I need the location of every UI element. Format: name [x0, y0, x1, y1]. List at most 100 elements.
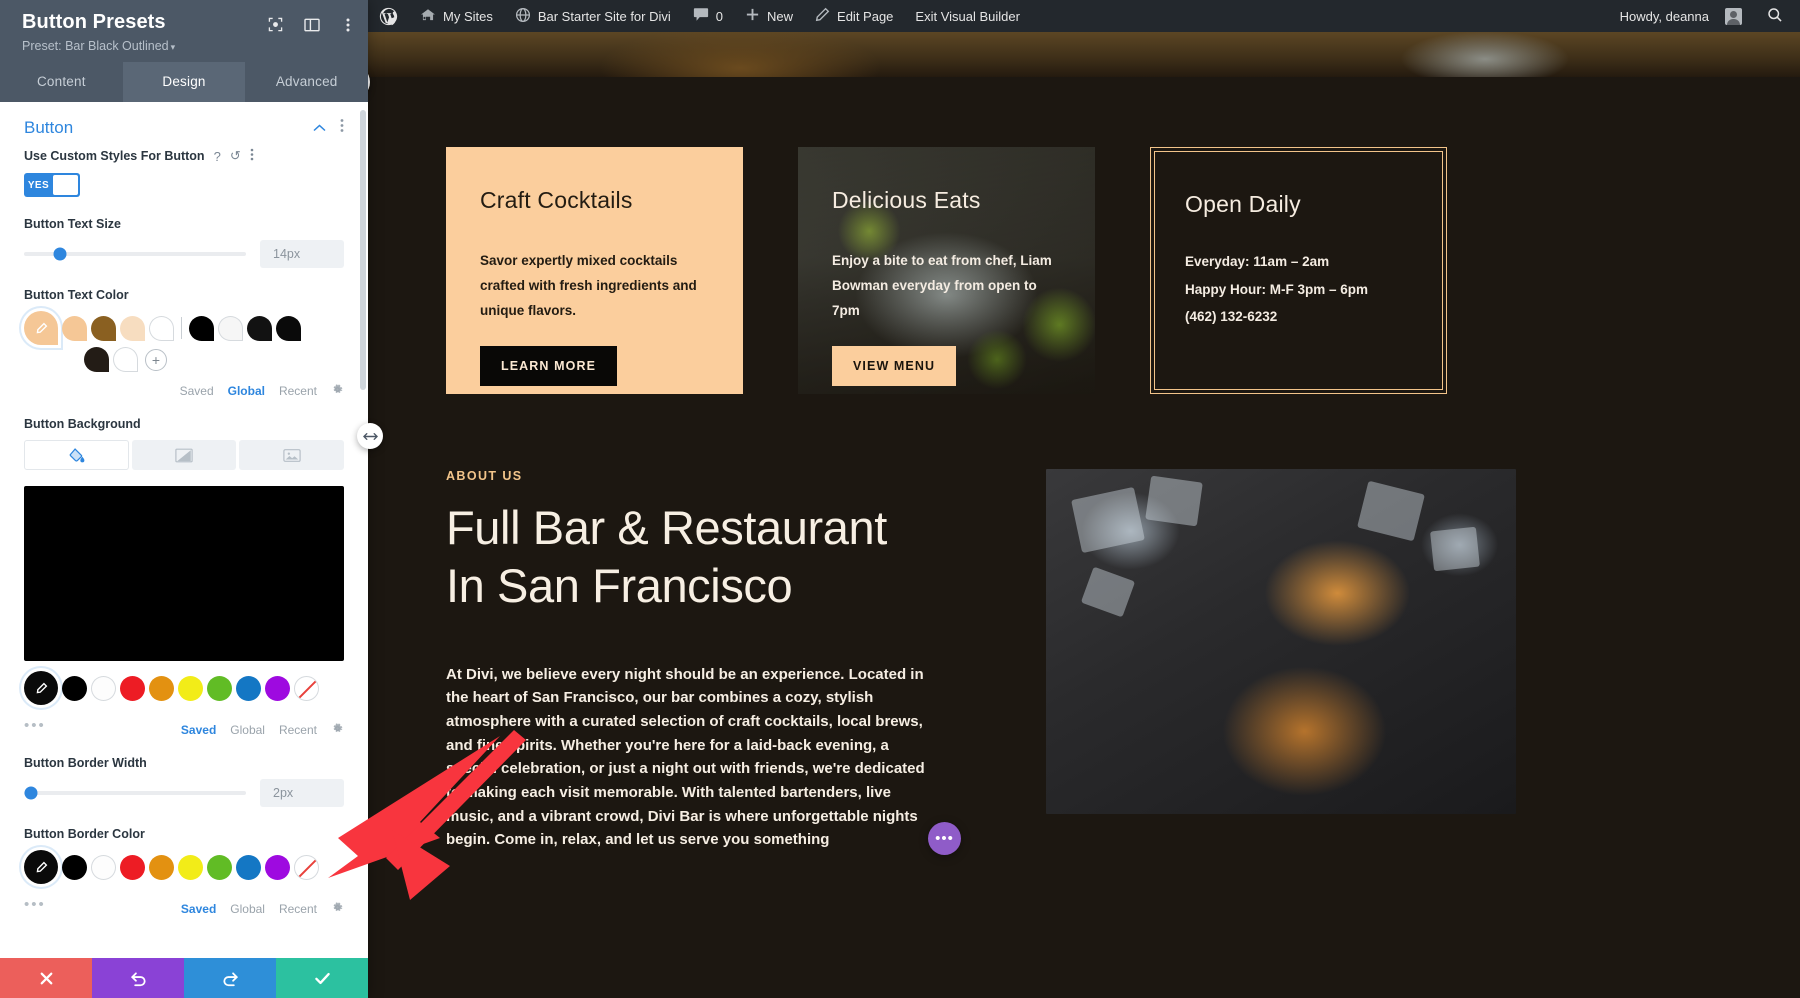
slider-button-text-size[interactable] [24, 252, 246, 256]
input-button-border-width[interactable]: 2px [260, 779, 344, 807]
check-icon [313, 969, 332, 988]
swatch-bg-blue[interactable] [236, 676, 261, 701]
swatch-border-blue[interactable] [236, 855, 261, 880]
swatch-bg-orange[interactable] [149, 676, 174, 701]
swatch-bg-red[interactable] [120, 676, 145, 701]
swatch-selected-border[interactable] [24, 850, 58, 884]
discard-button[interactable] [0, 958, 92, 998]
learn-more-button[interactable]: LEARN MORE [480, 346, 617, 386]
admin-bar-item-exit-visual-builder[interactable]: Exit Visual Builder [904, 0, 1031, 32]
admin-bar-label: Exit Visual Builder [915, 9, 1020, 24]
swatch-text-7[interactable] [247, 316, 272, 341]
swatch-border-red[interactable] [120, 855, 145, 880]
swatch-border-yellow[interactable] [178, 855, 203, 880]
background-color-preview[interactable] [24, 486, 344, 661]
swatch-bg-yellow[interactable] [178, 676, 203, 701]
more-vertical-icon[interactable] [339, 16, 356, 33]
toggle-use-custom-styles[interactable]: YES [24, 173, 80, 197]
wordpress-icon[interactable] [368, 0, 409, 32]
swatch-text-5[interactable] [189, 316, 214, 341]
search-icon[interactable] [1753, 7, 1794, 26]
swatch-border-orange[interactable] [149, 855, 174, 880]
admin-bar-account[interactable]: Howdy, deanna [1609, 0, 1753, 32]
card-title: Open Daily [1185, 191, 1411, 218]
focus-icon[interactable] [267, 16, 284, 33]
swatch-tab-global[interactable]: Global [228, 384, 265, 398]
swatch-border-green[interactable] [207, 855, 232, 880]
panel-resize-handle[interactable] [357, 423, 383, 449]
swatch-bg-white[interactable] [91, 676, 116, 701]
background-image-tab[interactable] [239, 440, 344, 470]
gear-icon[interactable] [331, 383, 344, 399]
swatch-tab-recent[interactable]: Recent [279, 384, 317, 398]
swatch-border-white[interactable] [91, 855, 116, 880]
swatch-text-6[interactable] [218, 316, 243, 341]
swatch-text-9[interactable] [84, 347, 109, 372]
eyedropper-icon [35, 682, 48, 695]
admin-bar-item-edit-page[interactable]: Edit Page [804, 0, 904, 32]
slider-knob[interactable] [24, 787, 37, 800]
admin-bar-item-site-name[interactable]: Bar Starter Site for Divi [504, 0, 682, 32]
about-text-column: ABOUT US Full Bar & Restaurant In San Fr… [446, 469, 1006, 852]
view-menu-button[interactable]: VIEW MENU [832, 346, 956, 386]
section-button-toggle[interactable]: Button [0, 102, 368, 148]
swatch-bg-none[interactable] [294, 676, 319, 701]
swatch-selected-text-color[interactable] [24, 311, 58, 345]
swatch-border-black[interactable] [62, 855, 87, 880]
background-color-tab[interactable] [24, 440, 129, 470]
eyedropper-icon [35, 322, 48, 335]
swatch-tab-global[interactable]: Global [230, 723, 265, 737]
save-button[interactable] [276, 958, 368, 998]
open-daily-card: Open Daily Everyday: 11am – 2am Happy Ho… [1150, 147, 1447, 394]
swatch-bg-green[interactable] [207, 676, 232, 701]
ellipsis-icon[interactable]: ••• [928, 822, 961, 855]
about-heading-line2: In San Francisco [446, 557, 1006, 615]
reset-icon[interactable]: ↺ [230, 148, 241, 164]
more-vertical-icon[interactable] [340, 118, 344, 138]
add-swatch-button[interactable]: + [145, 349, 167, 371]
input-button-text-size[interactable]: 14px [260, 240, 344, 268]
section-title-button: Button [24, 118, 73, 138]
ellipsis-icon[interactable]: ••• [24, 897, 46, 912]
help-icon[interactable]: ? [214, 149, 221, 164]
swatch-tab-global[interactable]: Global [230, 902, 265, 916]
gear-icon[interactable] [331, 722, 344, 738]
swatch-tab-recent[interactable]: Recent [279, 723, 317, 737]
background-gradient-tab[interactable] [132, 440, 237, 470]
redo-button[interactable] [184, 958, 276, 998]
swatch-selected-background[interactable] [24, 671, 58, 705]
swatch-text-8[interactable] [276, 316, 301, 341]
swatch-text-3[interactable] [120, 316, 145, 341]
swatch-bg-purple[interactable] [265, 676, 290, 701]
swatch-text-2[interactable] [91, 316, 116, 341]
panel-scrollbar[interactable] [360, 110, 366, 390]
slider-button-border-width[interactable] [24, 791, 246, 795]
admin-bar-item-comments[interactable]: 0 [682, 0, 734, 32]
ellipsis-icon[interactable]: ••• [24, 718, 46, 733]
more-vertical-icon[interactable] [250, 148, 254, 164]
panel-preset-selector[interactable]: Preset: Bar Black Outlined▾ [22, 39, 354, 53]
swatch-text-1[interactable] [62, 316, 87, 341]
swatch-tab-saved[interactable]: Saved [181, 902, 216, 916]
toggle-knob [53, 175, 78, 195]
chevron-up-icon[interactable] [313, 119, 326, 137]
admin-bar-item-new[interactable]: New [734, 0, 804, 32]
swatch-text-4[interactable] [149, 316, 174, 341]
swatch-tab-saved[interactable]: Saved [181, 723, 216, 737]
tab-content[interactable]: Content [0, 62, 123, 102]
swatch-tab-saved[interactable]: Saved [180, 384, 214, 398]
swatch-bg-black[interactable] [62, 676, 87, 701]
admin-bar-item-my-sites[interactable]: My Sites [409, 0, 504, 32]
tab-advanced[interactable]: Advanced [245, 62, 368, 102]
swatch-text-10[interactable] [113, 347, 138, 372]
swatch-tab-recent[interactable]: Recent [279, 902, 317, 916]
tab-design[interactable]: Design [123, 62, 246, 102]
swatch-border-purple[interactable] [265, 855, 290, 880]
undo-button[interactable] [92, 958, 184, 998]
layout-columns-icon[interactable] [303, 16, 320, 33]
sites-icon [420, 8, 436, 25]
slider-knob[interactable] [53, 248, 66, 261]
gear-icon[interactable] [331, 901, 344, 917]
swatch-border-none[interactable] [294, 855, 319, 880]
card-title: Delicious Eats [832, 187, 1060, 214]
